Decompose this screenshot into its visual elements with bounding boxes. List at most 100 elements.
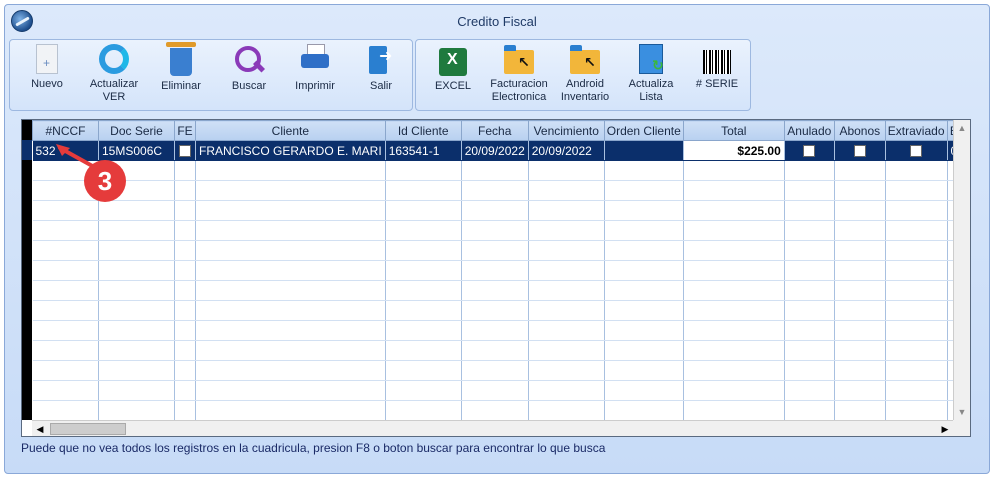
cell-orden-cliente[interactable] <box>604 140 684 161</box>
empty-cell[interactable] <box>604 300 684 321</box>
empty-cell[interactable] <box>195 180 386 201</box>
empty-cell[interactable] <box>885 400 948 421</box>
empty-row[interactable] <box>32 340 962 361</box>
col-header-extraviado[interactable]: Extraviado <box>884 120 948 141</box>
empty-cell[interactable] <box>98 340 175 361</box>
empty-cell[interactable] <box>385 260 462 281</box>
empty-cell[interactable] <box>32 320 99 341</box>
empty-cell[interactable] <box>174 400 196 421</box>
empty-cell[interactable] <box>834 340 886 361</box>
empty-cell[interactable] <box>885 360 948 381</box>
empty-cell[interactable] <box>885 320 948 341</box>
scroll-down-icon[interactable]: ▼ <box>954 404 970 420</box>
cell-extraviado[interactable] <box>885 140 948 161</box>
empty-cell[interactable] <box>461 360 529 381</box>
empty-cell[interactable] <box>885 260 948 281</box>
empty-cell[interactable] <box>174 260 196 281</box>
empty-cell[interactable] <box>885 200 948 221</box>
empty-cell[interactable] <box>195 380 386 401</box>
empty-cell[interactable] <box>32 360 99 381</box>
empty-cell[interactable] <box>385 360 462 381</box>
empty-cell[interactable] <box>784 260 835 281</box>
empty-cell[interactable] <box>683 380 785 401</box>
empty-cell[interactable] <box>174 380 196 401</box>
empty-cell[interactable] <box>604 320 684 341</box>
empty-cell[interactable] <box>32 280 99 301</box>
buscar-button[interactable]: Buscar <box>214 44 284 108</box>
empty-cell[interactable] <box>385 320 462 341</box>
empty-cell[interactable] <box>683 180 785 201</box>
empty-cell[interactable] <box>885 240 948 261</box>
col-header-doc-serie[interactable]: Doc Serie <box>98 120 175 141</box>
cell-fe[interactable] <box>174 140 196 161</box>
empty-cell[interactable] <box>385 200 462 221</box>
empty-cell[interactable] <box>174 360 196 381</box>
actualiza-lista-button[interactable]: Actualiza Lista <box>616 44 686 108</box>
empty-row[interactable] <box>32 320 962 341</box>
empty-cell[interactable] <box>385 240 462 261</box>
empty-cell[interactable] <box>834 380 886 401</box>
empty-row[interactable] <box>32 220 962 241</box>
row-selector-column[interactable] <box>22 120 32 420</box>
empty-row[interactable] <box>32 280 962 301</box>
empty-cell[interactable] <box>174 300 196 321</box>
nuevo-button[interactable]: Nuevo <box>12 44 82 108</box>
empty-cell[interactable] <box>528 280 605 301</box>
empty-row[interactable] <box>32 160 962 181</box>
extraviado-checkbox[interactable] <box>910 145 923 158</box>
cell-vencimiento[interactable]: 20/09/2022 <box>528 140 605 161</box>
empty-cell[interactable] <box>885 340 948 361</box>
empty-cell[interactable] <box>834 360 886 381</box>
empty-row[interactable] <box>32 380 962 401</box>
empty-cell[interactable] <box>528 260 605 281</box>
empty-cell[interactable] <box>98 280 175 301</box>
empty-cell[interactable] <box>834 300 886 321</box>
empty-cell[interactable] <box>461 240 529 261</box>
empty-cell[interactable] <box>604 400 684 421</box>
records-grid[interactable]: #NCCF Doc Serie FE Cliente Id Cliente Fe… <box>21 119 971 437</box>
empty-cell[interactable] <box>32 300 99 321</box>
empty-cell[interactable] <box>174 340 196 361</box>
empty-cell[interactable] <box>461 200 529 221</box>
empty-cell[interactable] <box>784 180 835 201</box>
serie-button[interactable]: # SERIE <box>682 44 752 108</box>
empty-cell[interactable] <box>784 360 835 381</box>
empty-cell[interactable] <box>885 380 948 401</box>
empty-cell[interactable] <box>683 360 785 381</box>
col-header-total[interactable]: Total <box>682 120 785 141</box>
empty-cell[interactable] <box>834 180 886 201</box>
empty-cell[interactable] <box>528 400 605 421</box>
col-header-vencimiento[interactable]: Vencimiento <box>527 120 605 141</box>
empty-cell[interactable] <box>98 260 175 281</box>
empty-cell[interactable] <box>174 220 196 241</box>
eliminar-button[interactable]: Eliminar <box>146 42 216 108</box>
empty-cell[interactable] <box>32 260 99 281</box>
empty-cell[interactable] <box>784 220 835 241</box>
empty-cell[interactable] <box>195 300 386 321</box>
empty-cell[interactable] <box>385 180 462 201</box>
empty-cell[interactable] <box>461 220 529 241</box>
empty-cell[interactable] <box>604 280 684 301</box>
empty-cell[interactable] <box>834 240 886 261</box>
empty-cell[interactable] <box>98 300 175 321</box>
empty-cell[interactable] <box>174 180 196 201</box>
empty-cell[interactable] <box>784 300 835 321</box>
imprimir-button[interactable]: Imprimir <box>280 44 350 108</box>
empty-cell[interactable] <box>461 400 529 421</box>
empty-cell[interactable] <box>683 200 785 221</box>
cell-anulado[interactable] <box>784 140 835 161</box>
empty-cell[interactable] <box>195 220 386 241</box>
empty-cell[interactable] <box>784 200 835 221</box>
empty-row[interactable] <box>32 360 962 381</box>
empty-cell[interactable] <box>385 220 462 241</box>
empty-cell[interactable] <box>195 400 386 421</box>
empty-cell[interactable] <box>32 380 99 401</box>
empty-cell[interactable] <box>604 220 684 241</box>
fe-checkbox[interactable] <box>179 145 191 158</box>
empty-cell[interactable] <box>174 200 196 221</box>
empty-cell[interactable] <box>195 360 386 381</box>
cell-fecha[interactable]: 20/09/2022 <box>461 140 529 161</box>
empty-cell[interactable] <box>784 400 835 421</box>
empty-cell[interactable] <box>32 220 99 241</box>
empty-row[interactable] <box>32 300 962 321</box>
